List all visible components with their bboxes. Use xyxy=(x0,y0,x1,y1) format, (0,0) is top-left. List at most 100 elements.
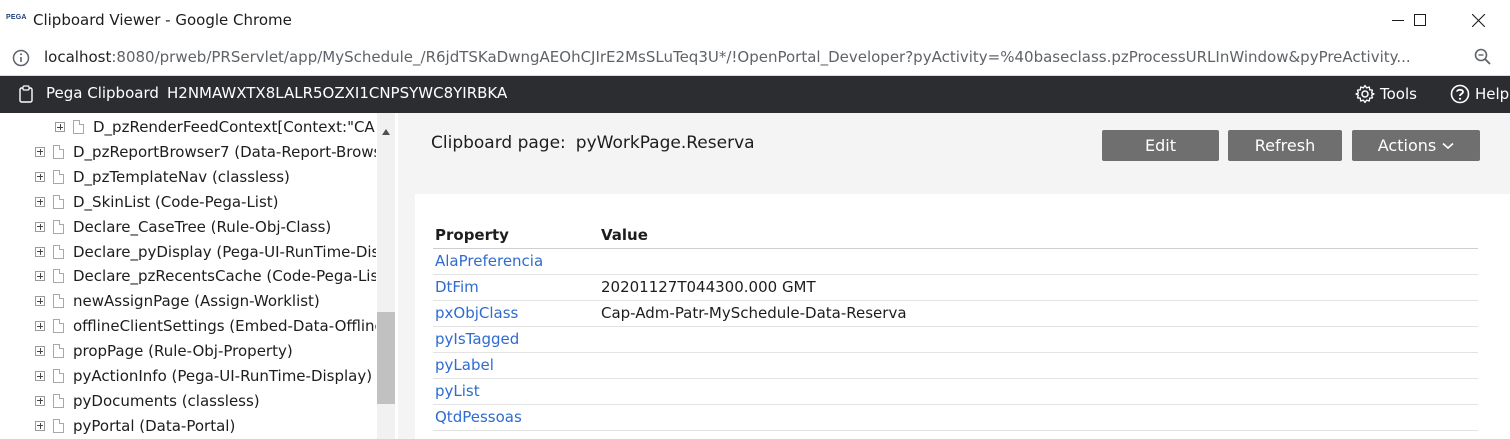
site-info-icon[interactable] xyxy=(12,49,30,71)
expand-icon[interactable] xyxy=(35,221,45,232)
tree-item[interactable]: D_pzTemplateNav (classless) xyxy=(0,165,380,190)
property-value xyxy=(599,378,1478,405)
page-icon xyxy=(53,219,64,234)
expand-icon[interactable] xyxy=(35,271,45,282)
tree-item[interactable]: D_pzReportBrowser7 (Data-Report-Brows xyxy=(0,140,380,165)
tree-item[interactable]: pyDocuments (classless) xyxy=(0,389,380,414)
column-header-value: Value xyxy=(599,222,1478,249)
properties-panel: Property Value AlaPreferencia DtFim 202011… xyxy=(415,194,1510,439)
properties-table: Property Value AlaPreferencia DtFim 202011… xyxy=(433,222,1478,431)
session-id: H2NMAWXTX8LALR5OZXI1CNPSYWC8YIRBKA xyxy=(167,84,508,102)
pega-favicon-icon: PEGA xyxy=(6,14,27,21)
page-icon xyxy=(53,269,64,284)
tree-item-label[interactable]: pyPortal (Data-Portal) xyxy=(73,417,376,435)
expand-icon[interactable] xyxy=(35,196,45,207)
close-window-button[interactable] xyxy=(1455,0,1501,40)
column-header-property: Property xyxy=(433,222,599,249)
tree-item-label[interactable]: D_pzReportBrowser7 (Data-Report-Brows xyxy=(73,143,376,161)
clipboard-content: Clipboard page: pyWorkPage.Reserva Edit R… xyxy=(398,113,1510,439)
tree-item-label[interactable]: pyDocuments (classless) xyxy=(73,392,376,410)
edit-button[interactable]: Edit xyxy=(1102,130,1219,161)
tree-scrollbar-thumb[interactable] xyxy=(377,312,395,404)
expand-icon[interactable] xyxy=(35,395,45,406)
expand-icon[interactable] xyxy=(35,296,45,307)
scroll-up-arrow-icon[interactable] xyxy=(378,124,394,140)
page-icon xyxy=(53,393,64,408)
expand-icon[interactable] xyxy=(35,420,45,431)
pega-header: Pega Clipboard H2NMAWXTX8LALR5OZXI1CNPSY… xyxy=(0,76,1510,113)
property-link[interactable]: pyIsTagged xyxy=(433,326,599,353)
maximize-button[interactable] xyxy=(1397,0,1443,40)
property-link[interactable]: pyLabel xyxy=(433,352,599,379)
clipboard-tree[interactable]: D_pzRenderFeedContext[Context:"CAF D_pzRe… xyxy=(0,113,396,439)
app-name: Pega Clipboard xyxy=(46,84,159,102)
tree-item-label[interactable]: Declare_pyDisplay (Pega-UI-RunTime-Disp xyxy=(73,243,376,261)
tools-button[interactable]: Tools xyxy=(1355,82,1417,106)
property-value xyxy=(599,404,1478,431)
page-icon xyxy=(73,120,84,134)
expand-icon[interactable] xyxy=(35,146,45,157)
table-row: pyIsTagged xyxy=(433,326,1478,353)
expand-icon[interactable] xyxy=(35,346,45,357)
zoom-icon[interactable] xyxy=(1474,48,1492,70)
page-icon xyxy=(53,319,64,334)
tree-item[interactable]: D_pzRenderFeedContext[Context:"CAF xyxy=(0,115,380,140)
tree-item-label[interactable]: Declare_pzRecentsCache (Code-Pega-List) xyxy=(73,267,376,285)
table-row: QtdPessoas xyxy=(433,404,1478,431)
tree-item-label[interactable]: D_SkinList (Code-Pega-List) xyxy=(73,193,376,211)
refresh-button[interactable]: Refresh xyxy=(1228,130,1342,161)
property-link[interactable]: QtdPessoas xyxy=(433,404,599,431)
property-link[interactable]: pxObjClass xyxy=(433,300,599,327)
table-row: AlaPreferencia xyxy=(433,248,1478,275)
page-title-label: Clipboard page: xyxy=(431,133,566,153)
url-path: :8080/prweb/PRServlet/app/MySchedule_/R6… xyxy=(111,48,1411,66)
tree-item[interactable]: pyPortal (Data-Portal) xyxy=(0,414,380,439)
tree-item-label[interactable]: offlineClientSettings (Embed-Data-Offlin… xyxy=(73,317,376,335)
tree-item-label[interactable]: newAssignPage (Assign-Worklist) xyxy=(73,292,376,310)
actions-button-label: Actions xyxy=(1377,136,1437,155)
url-host: localhost xyxy=(44,48,112,66)
tree-item[interactable]: newAssignPage (Assign-Worklist) xyxy=(0,289,380,314)
table-row: DtFim 20201127T044300.000 GMT xyxy=(433,274,1478,301)
property-link[interactable]: pyList xyxy=(433,378,599,405)
tree-item[interactable]: D_SkinList (Code-Pega-List) xyxy=(0,190,380,215)
property-link[interactable]: DtFim xyxy=(433,274,599,301)
help-button[interactable]: Help xyxy=(1450,82,1509,106)
expand-icon[interactable] xyxy=(35,371,45,381)
tree-item[interactable]: propPage (Rule-Obj-Property) xyxy=(0,339,380,364)
expand-icon[interactable] xyxy=(55,122,65,132)
tree-item-label[interactable]: propPage (Rule-Obj-Property) xyxy=(73,342,376,360)
page-title: Clipboard page: pyWorkPage.Reserva xyxy=(431,133,755,153)
expand-icon[interactable] xyxy=(35,171,45,182)
tree-item-label[interactable]: Declare_CaseTree (Rule-Obj-Class) xyxy=(73,218,376,236)
window-titlebar: PEGA Clipboard Viewer - Google Chrome xyxy=(0,0,1510,40)
property-value xyxy=(599,352,1478,379)
window-title: Clipboard Viewer - Google Chrome xyxy=(33,11,292,29)
property-value xyxy=(599,248,1478,275)
tree-item-label[interactable]: D_pzRenderFeedContext[Context:"CAF xyxy=(93,118,376,136)
tree-item[interactable]: offlineClientSettings (Embed-Data-Offlin… xyxy=(0,314,380,339)
property-link[interactable]: AlaPreferencia xyxy=(433,248,599,275)
tree-item-label[interactable]: pyActionInfo (Pega-UI-RunTime-Display) xyxy=(73,367,376,385)
tree-item[interactable]: pyActionInfo (Pega-UI-RunTime-Display) xyxy=(0,364,380,389)
tools-label: Tools xyxy=(1380,85,1417,103)
property-value xyxy=(599,326,1478,353)
address-bar[interactable]: localhost:8080/prweb/PRServlet/app/MySch… xyxy=(0,40,1510,76)
maximize-icon xyxy=(1414,14,1426,26)
tree-item[interactable]: Declare_pyDisplay (Pega-UI-RunTime-Disp xyxy=(0,240,380,265)
clipboard-icon xyxy=(19,85,33,107)
property-value: 20201127T044300.000 GMT xyxy=(599,274,1478,301)
expand-icon[interactable] xyxy=(35,246,45,257)
page-icon xyxy=(53,169,64,184)
help-label: Help xyxy=(1475,85,1510,103)
chevron-down-icon xyxy=(1442,142,1454,149)
page-icon xyxy=(53,294,64,309)
tree-item[interactable]: Declare_CaseTree (Rule-Obj-Class) xyxy=(0,215,380,240)
tree-item-label[interactable]: D_pzTemplateNav (classless) xyxy=(73,168,376,186)
tree-item[interactable]: Declare_pzRecentsCache (Code-Pega-List) xyxy=(0,264,380,289)
expand-icon[interactable] xyxy=(35,321,45,332)
url-text[interactable]: localhost:8080/prweb/PRServlet/app/MySch… xyxy=(44,48,1459,66)
actions-button[interactable]: Actions xyxy=(1352,130,1480,161)
help-icon xyxy=(1450,84,1470,104)
page-icon xyxy=(53,418,64,433)
